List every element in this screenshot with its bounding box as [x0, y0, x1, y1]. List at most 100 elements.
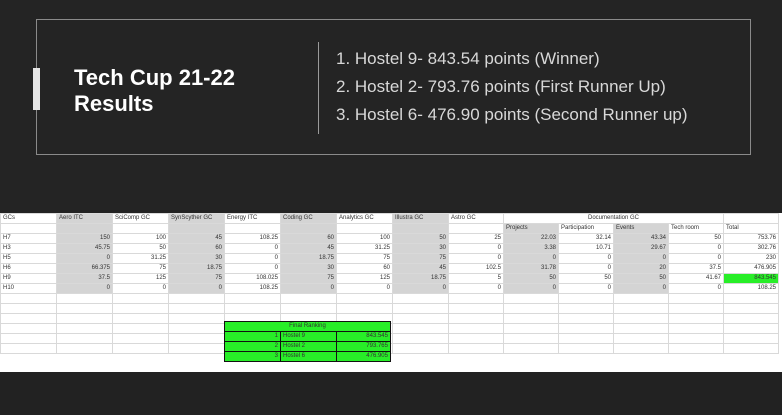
slide-bottom-band: [0, 372, 782, 415]
score-cell: 3.38: [503, 243, 559, 254]
blank-cell: [448, 223, 504, 234]
result-item: 3. Hostel 6- 476.90 points (Second Runne…: [336, 105, 688, 124]
table-row: H3 45.75 50 60 0 45 31.25 30 0 3.38 10.7…: [0, 243, 779, 254]
total-cell-highlight: 843.545: [723, 273, 779, 284]
subheader-cell: Projects: [503, 223, 559, 234]
score-cell: 32.14: [558, 233, 614, 244]
score-cell: 18.75: [280, 253, 337, 264]
score-cell: 50: [112, 243, 169, 254]
header-cell: SynScyther GC: [168, 213, 225, 224]
blank-cell: [0, 223, 57, 234]
score-cell: 75: [168, 273, 225, 284]
score-cell: 45: [280, 243, 337, 254]
results-list: 1. Hostel 9- 843.54 points (Winner) 2. H…: [336, 45, 688, 129]
score-cell: 30: [168, 253, 225, 264]
header-cell: Astro GC: [448, 213, 504, 224]
spreadsheet-image: GCs Aero ITC SciComp GC SynScyther GC En…: [0, 213, 782, 372]
score-cell: 0: [56, 253, 113, 264]
score-cell: 0: [224, 263, 281, 274]
score-cell: 10.71: [558, 243, 614, 254]
subheader-cell: Tech room: [668, 223, 724, 234]
score-cell: 0: [448, 283, 504, 294]
table-row: H6 66.375 75 18.75 0 30 60 45 102.5 31.7…: [0, 263, 779, 274]
rank-cell: 3: [224, 351, 281, 362]
points-cell: 843.545: [336, 331, 391, 342]
score-cell: 150: [56, 233, 113, 244]
header-cell: GCs: [0, 213, 57, 224]
score-cell: 31.78: [503, 263, 559, 274]
score-cell: 43.34: [613, 233, 669, 244]
score-cell: 108.25: [224, 233, 281, 244]
score-cell: 31.25: [336, 243, 393, 254]
ranking-row: 3 Hostel 6 476.905: [224, 351, 391, 362]
total-cell: 302.76: [723, 243, 779, 254]
subheader-cell: Events: [613, 223, 669, 234]
score-cell: 30: [280, 263, 337, 274]
blank-cell: [56, 223, 113, 234]
score-cell: 0: [503, 283, 559, 294]
table-row: H9 37.5 125 75 108.025 75 125 18.75 5 50…: [0, 273, 779, 284]
score-cell: 0: [613, 253, 669, 264]
table-row: H5 0 31.25 30 0 18.75 75 75 0 0 0 0 0 23…: [0, 253, 779, 264]
empty-row: [0, 303, 779, 314]
blank-cell: [280, 223, 337, 234]
total-cell: 753.76: [723, 233, 779, 244]
score-cell: 25: [448, 233, 504, 244]
header-cell: Aero ITC: [56, 213, 113, 224]
result-item: 1. Hostel 9- 843.54 points (Winner): [336, 49, 600, 68]
ranking-title: Final Ranking: [224, 321, 391, 332]
result-item: 2. Hostel 2- 793.76 points (First Runner…: [336, 77, 666, 96]
score-cell: 0: [503, 253, 559, 264]
score-cell: 0: [168, 283, 225, 294]
score-cell: 22.03: [503, 233, 559, 244]
score-cell: 5: [448, 273, 504, 284]
score-cell: 20: [613, 263, 669, 274]
slide-title: Tech Cup 21-22 Results: [74, 65, 304, 117]
score-cell: 18.75: [168, 263, 225, 274]
score-cell: 75: [280, 273, 337, 284]
total-cell: 230: [723, 253, 779, 264]
blank-cell: [392, 223, 449, 234]
score-cell: 0: [280, 283, 337, 294]
score-cell: 125: [112, 273, 169, 284]
final-ranking-table: Final Ranking 1 Hostel 9 843.545 2 Hoste…: [224, 321, 391, 362]
score-cell: 0: [112, 283, 169, 294]
hostel-cell: Hostel 6: [280, 351, 337, 362]
score-cell: 0: [668, 283, 724, 294]
blank-cell: [112, 223, 169, 234]
hostel-cell: H10: [0, 283, 57, 294]
rank-cell: 2: [224, 341, 281, 352]
score-cell: 0: [448, 243, 504, 254]
score-cell: 0: [668, 253, 724, 264]
score-cell: 108.025: [224, 273, 281, 284]
score-cell: 125: [336, 273, 393, 284]
subheader-row: Projects Participation Events Tech room …: [0, 223, 779, 234]
score-cell: 31.25: [112, 253, 169, 264]
hostel-cell: H6: [0, 263, 57, 274]
blank-cell: [336, 223, 393, 234]
score-cell: 75: [336, 253, 393, 264]
blank-cell: [224, 223, 281, 234]
hostel-cell: Hostel 9: [280, 331, 337, 342]
score-cell: 50: [668, 233, 724, 244]
score-cell: 108.25: [224, 283, 281, 294]
table-row: H7 150 100 45 108.25 60 100 50 25 22.03 …: [0, 233, 779, 244]
score-cell: 102.5: [448, 263, 504, 274]
score-cell: 0: [392, 283, 449, 294]
hostel-cell: Hostel 2: [280, 341, 337, 352]
score-cell: 0: [56, 283, 113, 294]
blank-cell: [168, 223, 225, 234]
score-cell: 0: [224, 243, 281, 254]
score-cell: 30: [392, 243, 449, 254]
score-cell: 45: [392, 263, 449, 274]
score-cell: 18.75: [392, 273, 449, 284]
header-cell: Energy ITC: [224, 213, 281, 224]
header-cell: Illustra GC: [392, 213, 449, 224]
header-row: GCs Aero ITC SciComp GC SynScyther GC En…: [0, 213, 779, 224]
score-cell: 50: [503, 273, 559, 284]
score-cell: 66.375: [56, 263, 113, 274]
slide-header-area: Tech Cup 21-22 Results 1. Hostel 9- 843.…: [0, 0, 782, 210]
hostel-cell: H9: [0, 273, 57, 284]
hostel-cell: H7: [0, 233, 57, 244]
score-cell: 0: [448, 253, 504, 264]
